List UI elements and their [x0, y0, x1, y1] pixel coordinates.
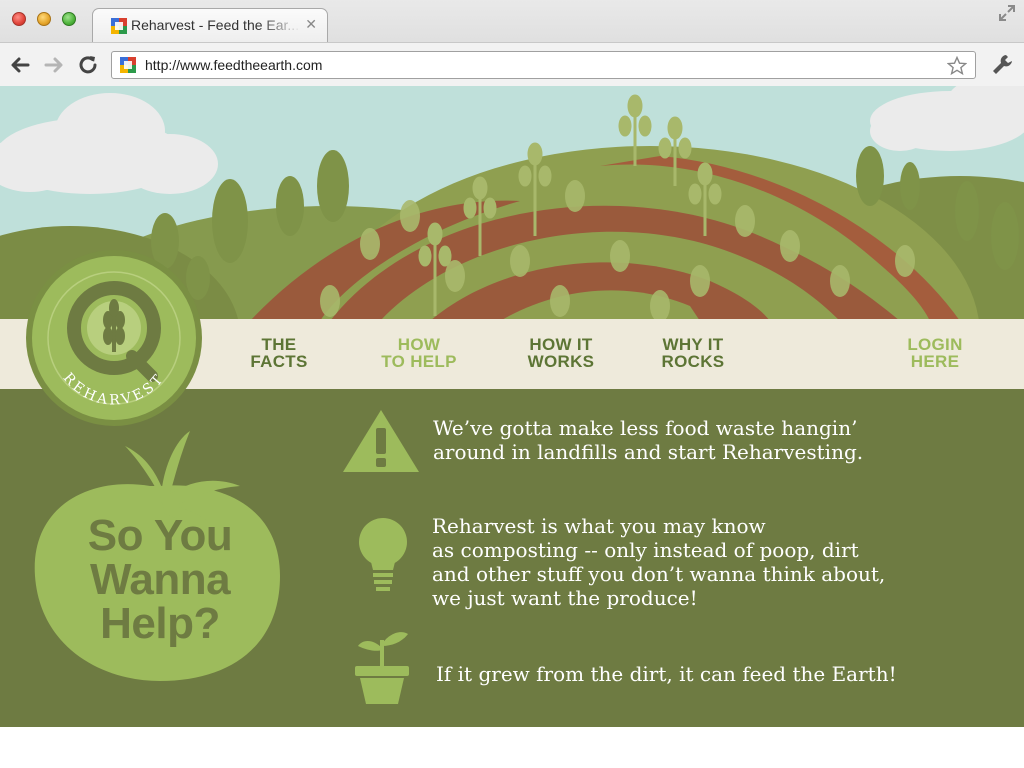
url-text[interactable]: http://www.feedtheearth.com [145, 57, 322, 73]
info-text-composting: Reharvest is what you may know as compos… [432, 514, 885, 610]
window-minimize-button[interactable] [37, 12, 51, 26]
nav-why-it-rocks[interactable]: WHY IT ROCKS [633, 336, 753, 370]
address-bar[interactable]: http://www.feedtheearth.com [111, 51, 976, 79]
sprout-pot-icon [355, 632, 409, 704]
nav-label-line2: TO HELP [381, 352, 457, 371]
info-line: as composting -- only instead of poop, d… [432, 538, 859, 562]
nav-label-line2: HERE [910, 352, 960, 371]
favicon-icon [111, 18, 127, 34]
back-arrow-icon[interactable] [8, 53, 32, 77]
window-maximize-button[interactable] [62, 12, 76, 26]
promo-heading: So You Wanna Help? [60, 514, 260, 646]
nav-how-to-help[interactable]: HOW TO HELP [359, 336, 479, 370]
promo-line: Help? [100, 599, 220, 648]
forward-arrow-icon[interactable] [42, 53, 66, 77]
info-text-feed-earth: If it grew from the dirt, it can feed th… [436, 662, 897, 686]
info-line: We’ve gotta make less food waste hangin’ [433, 416, 858, 440]
nav-label-line1: HOW [397, 335, 441, 354]
reharvest-logo[interactable]: REHARVEST [24, 248, 204, 428]
promo-line: Wanna [89, 555, 231, 604]
nav-label-line2: FACTS [250, 352, 308, 371]
info-line: and other stuff you don’t wanna think ab… [432, 562, 886, 586]
cloud-right [870, 86, 1024, 151]
web-page: THE FACTS HOW TO HELP HOW IT WORKS WHY I… [0, 86, 1024, 727]
bookmark-star-icon[interactable] [947, 56, 967, 76]
nav-label-line1: THE [261, 335, 297, 354]
lightbulb-icon [359, 518, 407, 591]
nav-label-line1: WHY IT [662, 335, 724, 354]
browser-chrome: Reharvest - Feed the Ear... ✕ http://www… [0, 0, 1024, 87]
window-close-button[interactable] [12, 12, 26, 26]
fullscreen-icon[interactable] [998, 4, 1016, 22]
tab-close-icon[interactable]: ✕ [305, 16, 317, 33]
favicon-icon [120, 57, 136, 73]
nav-the-facts[interactable]: THE FACTS [219, 336, 339, 370]
tab-title: Reharvest - Feed the Ear... [131, 17, 300, 33]
info-line: around in landfills and start Reharvesti… [433, 440, 864, 464]
nav-label-line2: ROCKS [661, 352, 725, 371]
wrench-icon[interactable] [990, 52, 1016, 78]
browser-tab[interactable]: Reharvest - Feed the Ear... ✕ [92, 8, 328, 42]
info-text-waste: We’ve gotta make less food waste hangin’… [433, 416, 863, 464]
nav-label-line1: HOW IT [529, 335, 593, 354]
browser-toolbar: http://www.feedtheearth.com [0, 42, 1024, 87]
info-line: If it grew from the dirt, it can feed th… [436, 662, 897, 686]
nav-how-it-works[interactable]: HOW IT WORKS [501, 336, 621, 370]
nav-login-here[interactable]: LOGIN HERE [875, 336, 995, 370]
warning-icon [343, 410, 419, 472]
cloud-left [0, 93, 218, 194]
info-line: we just want the produce! [432, 586, 698, 610]
nav-label-line2: WORKS [527, 352, 595, 371]
promo-line: So You [87, 511, 233, 560]
nav-label-line1: LOGIN [907, 335, 963, 354]
info-line: Reharvest is what you may know [432, 514, 766, 538]
reload-icon[interactable] [76, 53, 100, 77]
